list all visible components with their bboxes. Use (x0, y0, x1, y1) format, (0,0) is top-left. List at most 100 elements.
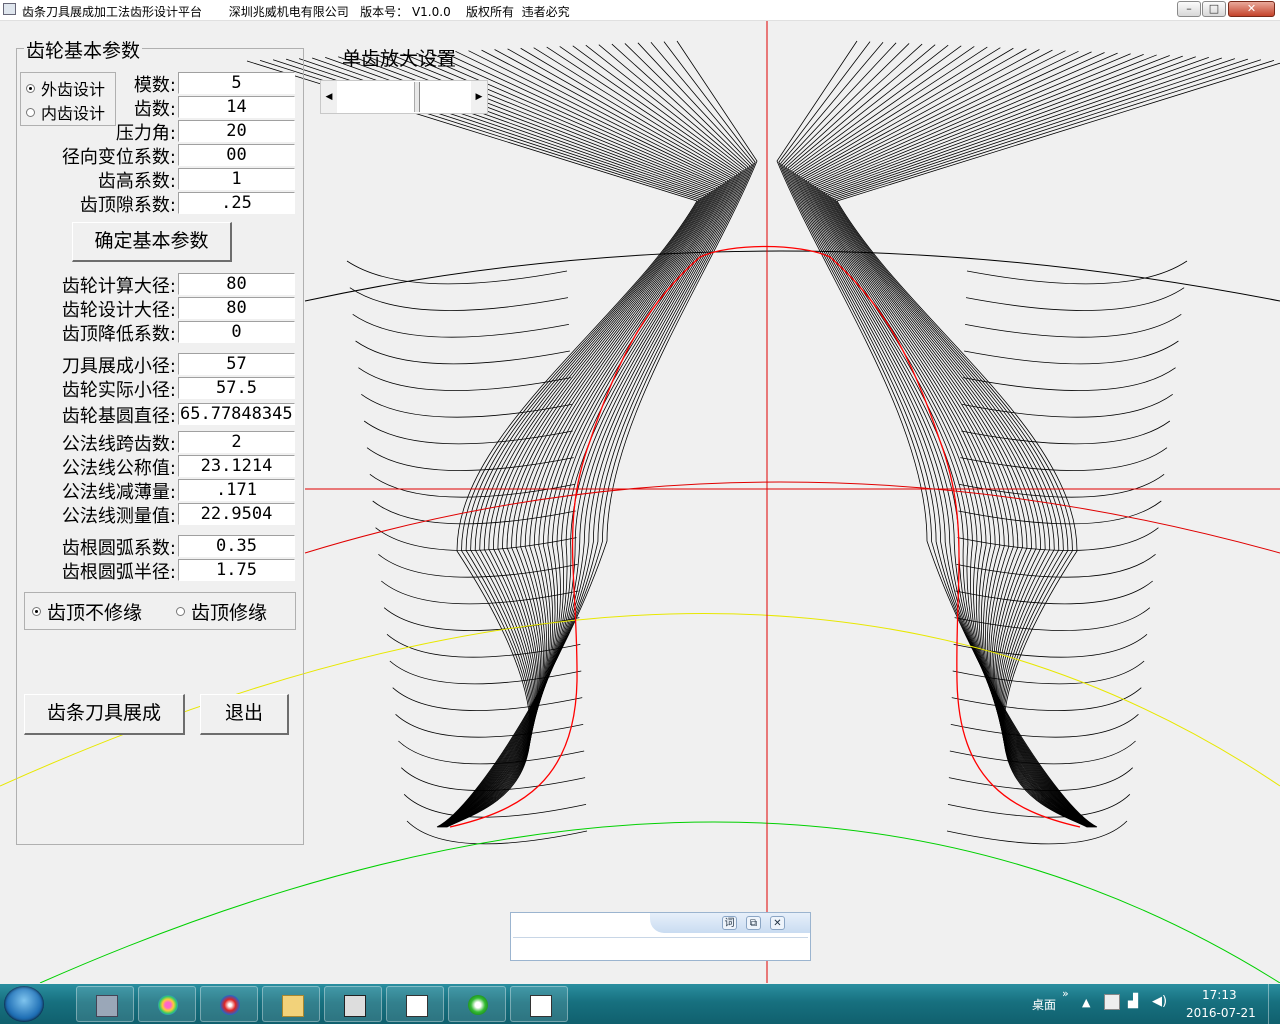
param-label: 齿轮计算大径: (61, 276, 176, 297)
param-input[interactable]: 23.1214 (178, 455, 295, 477)
rack-generation-line (298, 58, 705, 828)
clock-date[interactable]: 2016-07-21 (1186, 1006, 1256, 1020)
taskbar-browser[interactable] (448, 986, 506, 1022)
signal-icon[interactable]: ▟ (1128, 994, 1138, 1009)
rack-generation-line (361, 394, 572, 418)
tip-mod-radio[interactable]: 齿顶修缘 (176, 598, 267, 625)
minimize-button[interactable]: – (1177, 1, 1201, 17)
param-input[interactable]: 00 (178, 144, 295, 166)
volume-icon[interactable]: ◀) (1152, 994, 1167, 1009)
param-label: 公法线公称值: (61, 458, 176, 479)
rack-generation-line (377, 54, 716, 828)
title-bar: 齿条刀具展成加工法齿形设计平台 深圳兆威机电有限公司 版本号： V1.0.0 版… (0, 0, 1280, 21)
rack-generation-line (272, 59, 702, 828)
rack-generation-line (962, 394, 1173, 418)
rack-generation-line (818, 54, 1157, 828)
inner-design-label: 内齿设计 (41, 104, 106, 123)
rack-generation-line (364, 55, 714, 828)
rack-generation-line (439, 46, 740, 828)
param-input[interactable]: 1 (178, 168, 295, 190)
popup-restore-button[interactable]: ⧉ (746, 916, 761, 930)
addendum-circle (304, 250, 1280, 302)
confirm-params-button[interactable]: 确定基本参数 (72, 222, 232, 262)
taskbar: 桌面 » ▲ ▟ ◀) 17:13 2016-07-21 (0, 984, 1280, 1024)
rack-generation-line (349, 287, 569, 311)
taskbar-ggg[interactable] (324, 986, 382, 1022)
tip-no-mod-radio[interactable]: 齿顶不修缘 (32, 598, 142, 625)
param-input[interactable]: .171 (178, 479, 295, 501)
close-button[interactable]: ✕ (1228, 1, 1275, 17)
param-input[interactable]: 0 (178, 321, 295, 343)
param-input[interactable]: .25 (178, 192, 295, 214)
param-input[interactable]: 57.5 (178, 377, 295, 399)
param-input[interactable]: 65.77848345 (178, 403, 295, 425)
rack-generation-line (352, 314, 569, 338)
rack-generation-line (949, 740, 1136, 765)
popup-divider (513, 937, 808, 938)
taskbar-calculator[interactable] (76, 986, 134, 1022)
rack-generation-line (355, 340, 570, 365)
tip-mod-label: 齿顶修缘 (191, 602, 268, 624)
scroll-thumb[interactable] (414, 82, 420, 112)
param-input[interactable]: 0.35 (178, 535, 295, 557)
rack-generation-line (965, 314, 1182, 338)
tray-chevron-icon[interactable]: » (1062, 987, 1069, 1000)
paint-icon (158, 995, 178, 1015)
outer-design-radio[interactable]: 外齿设计 (26, 76, 105, 100)
taskbar-window-b[interactable] (510, 986, 568, 1022)
param-input[interactable]: 5 (178, 72, 295, 94)
param-input[interactable]: 57 (178, 353, 295, 375)
taskbar-app[interactable] (200, 986, 258, 1022)
desktop-label[interactable]: 桌面 (1032, 996, 1056, 1013)
rack-generation-line (951, 687, 1142, 711)
param-label: 齿顶降低系数: (61, 324, 176, 345)
radio-unselected-icon (26, 107, 35, 117)
reference-axis-arc (304, 481, 1280, 554)
zoom-scrollbar[interactable]: ◀ ▶ (320, 80, 488, 114)
param-label: 公法线跨齿数: (61, 434, 176, 455)
param-label: 模数: (133, 75, 176, 96)
scroll-right-icon[interactable]: ▶ (471, 81, 487, 113)
rack-generation-line (950, 714, 1139, 738)
window-icon (530, 995, 552, 1017)
param-input[interactable]: 20 (178, 120, 295, 142)
window-icon (406, 995, 428, 1017)
taskbar-window-a[interactable] (386, 986, 444, 1022)
rack-generate-button[interactable]: 齿条刀具展成 (24, 694, 185, 735)
rack-envelope-lines (246, 40, 1280, 845)
rack-generation-line (439, 46, 742, 828)
start-button[interactable] (4, 986, 44, 1022)
exit-button[interactable]: 退出 (200, 694, 289, 735)
param-label: 压力角: (115, 123, 176, 144)
inner-design-radio[interactable]: 内齿设计 (26, 100, 105, 124)
taskbar-paint[interactable] (138, 986, 196, 1022)
window-title: 齿条刀具展成加工法齿形设计平台 深圳兆威机电有限公司 版本号： V1.0.0 版… (22, 5, 570, 19)
scroll-left-icon[interactable]: ◀ (321, 81, 337, 113)
tip-no-mod-label: 齿顶不修缘 (47, 602, 143, 624)
popup-close-button[interactable]: ✕ (770, 916, 785, 930)
param-input[interactable]: 80 (178, 273, 295, 295)
outer-design-label: 外齿设计 (41, 80, 106, 99)
scroll-track[interactable] (337, 81, 471, 113)
clock-time[interactable]: 17:13 (1202, 988, 1237, 1002)
network-icon[interactable] (1104, 994, 1120, 1010)
param-input[interactable]: 22.9504 (178, 503, 295, 525)
param-input[interactable]: 14 (178, 96, 295, 118)
tray-arrow-icon[interactable]: ▲ (1082, 996, 1090, 1009)
maximize-button[interactable]: □ (1202, 1, 1226, 17)
gear-params-legend: 齿轮基本参数 (24, 36, 143, 63)
show-desktop-button[interactable] (1268, 984, 1280, 1024)
rack-generation-line (946, 820, 1128, 845)
param-label: 齿轮设计大径: (61, 300, 176, 321)
rack-generation-line (358, 367, 571, 391)
param-input[interactable]: 1.75 (178, 559, 295, 581)
param-input[interactable]: 80 (178, 297, 295, 319)
rack-generation-line (827, 57, 1222, 828)
rack-generation-line (395, 714, 584, 738)
taskbar-explorer[interactable] (262, 986, 320, 1022)
ggg-icon (344, 995, 366, 1017)
zoom-label: 单齿放大设置 (342, 48, 457, 70)
rack-generation-line (957, 527, 1159, 551)
param-input[interactable]: 2 (178, 431, 295, 453)
popup-dict-button[interactable]: 词 (722, 916, 737, 930)
